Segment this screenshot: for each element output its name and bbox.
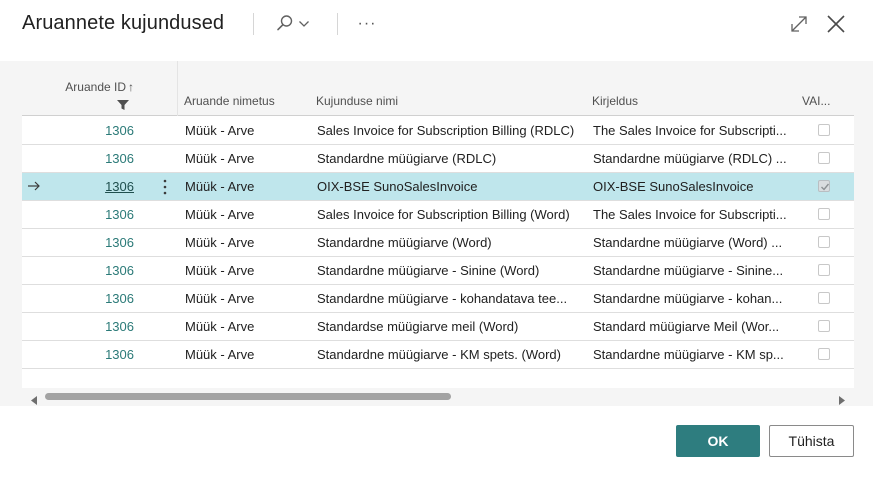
- table-row[interactable]: 1306 Müük - Arve OIX-BSE SunoSalesInvoice O…: [22, 173, 854, 201]
- report-name-cell: Müük - Arve: [185, 319, 255, 334]
- report-name-cell: Müük - Arve: [185, 347, 255, 362]
- dialog-header: Aruannete kujundused ···: [0, 0, 873, 50]
- column-header-report-id-label: Aruande ID: [65, 80, 126, 94]
- layout-name-cell: OIX-BSE SunoSalesInvoice: [317, 179, 478, 194]
- selected-checkbox[interactable]: [818, 320, 830, 332]
- selected-checkbox[interactable]: [818, 348, 830, 360]
- selected-checkbox[interactable]: [818, 152, 830, 164]
- grid-area: Aruande ID ↑ Aruande nimetus Kujunduse ni…: [0, 61, 873, 406]
- report-id-link[interactable]: 1306: [82, 179, 134, 194]
- report-id-link[interactable]: 1306: [82, 263, 134, 278]
- table-row[interactable]: 1306 Müük - Arve Standardne müügiarve - KM…: [22, 341, 854, 369]
- scroll-right-icon[interactable]: [838, 392, 846, 410]
- table-row[interactable]: 1306 Müük - Arve Sales Invoice for Subscri…: [22, 201, 854, 229]
- column-header-layout-name[interactable]: Kujunduse nimi: [316, 94, 398, 108]
- selected-checkbox[interactable]: [818, 124, 830, 136]
- selected-checkbox[interactable]: [818, 180, 830, 192]
- selected-checkbox[interactable]: [818, 236, 830, 248]
- dialog-title: Aruannete kujundused: [22, 12, 225, 34]
- search-button[interactable]: [272, 12, 320, 38]
- scrollbar-thumb[interactable]: [45, 393, 451, 400]
- grid-header: Aruande ID ↑ Aruande nimetus Kujunduse ni…: [22, 61, 854, 116]
- table-row[interactable]: 1306 Müük - Arve Standardne müügiarve (RDL…: [22, 145, 854, 173]
- report-name-cell: Müük - Arve: [185, 123, 255, 138]
- selected-checkbox[interactable]: [818, 264, 830, 276]
- report-id-link[interactable]: 1306: [82, 207, 134, 222]
- description-cell: Standardne müügiarve (RDLC) ...: [593, 151, 787, 166]
- layout-name-cell: Sales Invoice for Subscription Billing (…: [317, 207, 570, 222]
- layout-name-cell: Standardne müügiarve (Word): [317, 235, 492, 250]
- layout-name-cell: Standardne müügiarve - kohandatava tee..…: [317, 291, 568, 306]
- description-cell: The Sales Invoice for Subscripti...: [593, 123, 787, 138]
- table-row[interactable]: 1306 Müük - Arve Standardne müügiarve - ko…: [22, 285, 854, 313]
- frozen-column-divider: [177, 61, 178, 116]
- report-name-cell: Müük - Arve: [185, 207, 255, 222]
- layout-name-cell: Standardne müügiarve - Sinine (Word): [317, 263, 540, 278]
- ok-button[interactable]: OK: [676, 425, 760, 457]
- description-cell: Standard müügiarve Meil (Wor...: [593, 319, 780, 334]
- layout-name-cell: Standardse müügiarve meil (Word): [317, 319, 519, 334]
- more-options-button[interactable]: ···: [354, 12, 380, 36]
- chevron-down-icon: [298, 16, 310, 34]
- toolbar-divider: [337, 13, 338, 35]
- column-header-report-id[interactable]: Aruande ID ↑: [65, 80, 134, 94]
- report-id-link[interactable]: 1306: [82, 291, 134, 306]
- expand-icon[interactable]: [789, 14, 809, 34]
- close-icon[interactable]: [825, 13, 847, 35]
- report-id-link[interactable]: 1306: [82, 235, 134, 250]
- description-cell: OIX-BSE SunoSalesInvoice: [593, 179, 754, 194]
- report-id-link[interactable]: 1306: [82, 151, 134, 166]
- description-cell: Standardne müügiarve - kohan...: [593, 291, 783, 306]
- report-name-cell: Müük - Arve: [185, 179, 255, 194]
- column-header-description[interactable]: Kirjeldus: [592, 94, 638, 108]
- column-header-report-name[interactable]: Aruande nimetus: [184, 94, 275, 108]
- selected-checkbox[interactable]: [818, 208, 830, 220]
- table-row[interactable]: 1306 Müük - Arve Sales Invoice for Subscri…: [22, 117, 854, 145]
- layout-name-cell: Standardne müügiarve - KM spets. (Word): [317, 347, 561, 362]
- table-row[interactable]: 1306 Müük - Arve Standardne müügiarve - Si…: [22, 257, 854, 285]
- horizontal-scrollbar[interactable]: [22, 388, 854, 405]
- layout-name-cell: Sales Invoice for Subscription Billing (…: [317, 123, 575, 138]
- report-id-link[interactable]: 1306: [82, 347, 134, 362]
- report-id-link[interactable]: 1306: [82, 319, 134, 334]
- description-cell: The Sales Invoice for Subscripti...: [593, 207, 787, 222]
- report-name-cell: Müük - Arve: [185, 263, 255, 278]
- filter-icon[interactable]: [117, 97, 129, 110]
- search-icon: [276, 14, 294, 37]
- row-actions-icon[interactable]: [160, 177, 170, 197]
- current-row-arrow-icon: [26, 178, 42, 194]
- column-header-selected[interactable]: VAI...: [802, 94, 830, 108]
- layouts-grid: Aruande ID ↑ Aruande nimetus Kujunduse ni…: [22, 61, 854, 391]
- report-name-cell: Müük - Arve: [185, 151, 255, 166]
- selected-checkbox[interactable]: [818, 292, 830, 304]
- sort-ascending-icon: ↑: [128, 80, 134, 94]
- scroll-left-icon[interactable]: [30, 392, 38, 410]
- table-row[interactable]: 1306 Müük - Arve Standardse müügiarve meil…: [22, 313, 854, 341]
- description-cell: Standardne müügiarve (Word) ...: [593, 235, 783, 250]
- toolbar-divider: [253, 13, 254, 35]
- description-cell: Standardne müügiarve - Sinine...: [593, 263, 784, 278]
- description-cell: Standardne müügiarve - KM sp...: [593, 347, 784, 362]
- cancel-button[interactable]: Tühista: [769, 425, 854, 457]
- table-row[interactable]: 1306 Müük - Arve Standardne müügiarve (Wor…: [22, 229, 854, 257]
- report-name-cell: Müük - Arve: [185, 291, 255, 306]
- layout-name-cell: Standardne müügiarve (RDLC): [317, 151, 497, 166]
- report-id-link[interactable]: 1306: [82, 123, 134, 138]
- report-name-cell: Müük - Arve: [185, 235, 255, 250]
